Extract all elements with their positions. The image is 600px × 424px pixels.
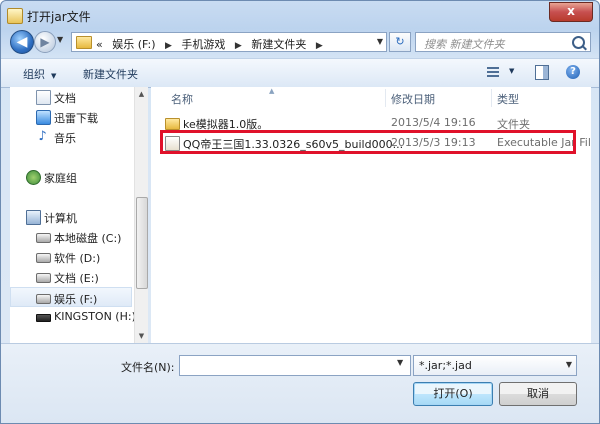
chevron-right-icon[interactable]: ▶ xyxy=(165,41,172,51)
sidebar-item-label: 娱乐 (F:) xyxy=(54,293,98,306)
refresh-button[interactable]: ↻ xyxy=(389,32,411,52)
usb-drive-icon xyxy=(36,314,51,322)
column-header-type[interactable]: 类型 xyxy=(497,91,519,107)
sidebar-item-drive-c[interactable]: 本地磁盘 (C:) xyxy=(10,227,132,247)
filename-dropdown[interactable]: ▼ xyxy=(397,358,403,367)
sidebar-item-label: KINGSTON (H:) xyxy=(54,310,136,323)
back-button[interactable]: ◀ xyxy=(10,30,34,54)
view-options-icon[interactable] xyxy=(487,67,499,77)
filename-label: 文件名(N): xyxy=(121,361,175,374)
download-icon xyxy=(36,110,51,125)
breadcrumb-overflow[interactable]: « xyxy=(96,38,103,51)
close-button[interactable]: x xyxy=(549,2,593,22)
dialog-title: 打开jar文件 xyxy=(27,10,91,24)
open-button[interactable]: 打开(O) xyxy=(413,382,493,406)
scroll-down-arrow[interactable]: ▼ xyxy=(135,329,148,343)
filter-value: *.jar;*.jad xyxy=(419,359,472,372)
sidebar-item-music[interactable]: ♪ 音乐 xyxy=(10,127,132,147)
red-highlight-box xyxy=(160,130,576,154)
sidebar-item-label: 本地磁盘 (C:) xyxy=(54,232,122,245)
music-icon: ♪ xyxy=(38,129,47,144)
column-divider[interactable] xyxy=(491,89,492,107)
search-input[interactable]: 搜索 新建文件夹 xyxy=(415,32,591,52)
organize-label: 组织 xyxy=(23,68,45,81)
chevron-down-icon: ▼ xyxy=(565,360,572,369)
sidebar-item-label: 迅雷下载 xyxy=(54,112,98,125)
help-icon[interactable]: ? xyxy=(566,65,580,79)
sort-arrow-icon: ▲ xyxy=(269,87,275,95)
folder-icon xyxy=(165,118,180,130)
drive-icon xyxy=(36,273,51,283)
recent-pages-dropdown[interactable]: ▼ xyxy=(57,35,63,44)
sidebar-item-label: 文档 xyxy=(54,92,76,105)
dialog-footer: 文件名(N): ▼ *.jar;*.jad ▼ 打开(O) 取消 xyxy=(1,343,599,423)
new-folder-button[interactable]: 新建文件夹 xyxy=(83,66,138,82)
search-icon xyxy=(572,36,585,49)
document-icon xyxy=(36,90,51,105)
navigation-bar: ◀ ▶ ▼ « 娱乐 (F:) ▶ 手机游戏 ▶ 新建文件夹 ▶ ▼ ↻ 搜索 … xyxy=(1,29,599,55)
homegroup-icon xyxy=(26,170,41,185)
sidebar-item-label: 家庭组 xyxy=(44,172,77,185)
sidebar-item-documents[interactable]: 文档 xyxy=(10,87,132,107)
address-bar[interactable]: « 娱乐 (F:) ▶ 手机游戏 ▶ 新建文件夹 ▶ ▼ xyxy=(71,32,387,52)
file-date: 2013/5/4 19:16 xyxy=(391,116,476,129)
forward-button[interactable]: ▶ xyxy=(34,31,56,53)
chevron-down-icon: ▼ xyxy=(51,72,57,80)
sidebar-item-label: 文档 (E:) xyxy=(54,272,99,285)
folder-icon xyxy=(76,36,92,49)
filename-input[interactable] xyxy=(179,355,411,376)
computer-icon xyxy=(26,210,41,225)
column-divider[interactable] xyxy=(385,89,386,107)
column-header-name[interactable]: 名称 xyxy=(171,91,193,107)
file-list: ▲ 名称 修改日期 类型 ke模拟器1.0版。 2013/5/4 19:16 文… xyxy=(151,87,591,343)
sidebar-item-label: 音乐 xyxy=(54,132,76,145)
navigation-scrollbar[interactable]: ▲ ▼ xyxy=(134,87,148,343)
address-dropdown[interactable]: ▼ xyxy=(377,37,383,46)
open-jar-dialog: 打开jar文件 x ◀ ▶ ▼ « 娱乐 (F:) ▶ 手机游戏 ▶ 新建文件夹… xyxy=(0,0,600,424)
organize-button[interactable]: 组织 ▼ xyxy=(23,66,56,82)
chevron-right-icon[interactable]: ▶ xyxy=(235,41,242,51)
sidebar-item-thunder-downloads[interactable]: 迅雷下载 xyxy=(10,107,132,127)
scroll-up-arrow[interactable]: ▲ xyxy=(135,87,148,101)
command-toolbar: 组织 ▼ 新建文件夹 ▼ ? xyxy=(1,58,599,88)
preview-pane-icon[interactable] xyxy=(535,65,549,80)
chevron-right-icon[interactable]: ▶ xyxy=(316,41,323,51)
sidebar-item-drive-f[interactable]: 娱乐 (F:) xyxy=(10,287,132,307)
drive-icon xyxy=(36,233,51,243)
sidebar-item-drive-e[interactable]: 文档 (E:) xyxy=(10,267,132,287)
breadcrumb-item-newfolder[interactable]: 新建文件夹 xyxy=(251,38,306,51)
search-placeholder: 搜索 新建文件夹 xyxy=(424,38,505,51)
sidebar-item-drive-d[interactable]: 软件 (D:) xyxy=(10,247,132,267)
view-dropdown[interactable]: ▼ xyxy=(509,67,514,75)
dialog-icon xyxy=(7,8,23,24)
drive-icon xyxy=(36,294,51,304)
breadcrumb-item-drive[interactable]: 娱乐 (F:) xyxy=(112,38,155,51)
breadcrumb: « 娱乐 (F:) ▶ 手机游戏 ▶ 新建文件夹 ▶ xyxy=(96,36,329,52)
sidebar-item-computer[interactable]: 计算机 xyxy=(10,207,132,227)
column-header-date[interactable]: 修改日期 xyxy=(391,91,435,107)
drive-icon xyxy=(36,253,51,263)
scroll-thumb[interactable] xyxy=(136,197,148,289)
sidebar-item-homegroup[interactable]: 家庭组 xyxy=(10,167,132,187)
navigation-pane: 文档 迅雷下载 ♪ 音乐 家庭组 计算机 本地磁盘 (C:) 软件 (D:) 文 xyxy=(10,87,147,343)
sidebar-item-label: 软件 (D:) xyxy=(54,252,101,265)
file-type-filter[interactable]: *.jar;*.jad ▼ xyxy=(413,355,577,376)
sidebar-item-kingston[interactable]: KINGSTON (H:) xyxy=(10,307,136,327)
cancel-button[interactable]: 取消 xyxy=(499,382,577,406)
breadcrumb-item-games[interactable]: 手机游戏 xyxy=(181,38,225,51)
title-bar: 打开jar文件 x xyxy=(1,1,599,31)
sidebar-item-label: 计算机 xyxy=(44,212,77,225)
